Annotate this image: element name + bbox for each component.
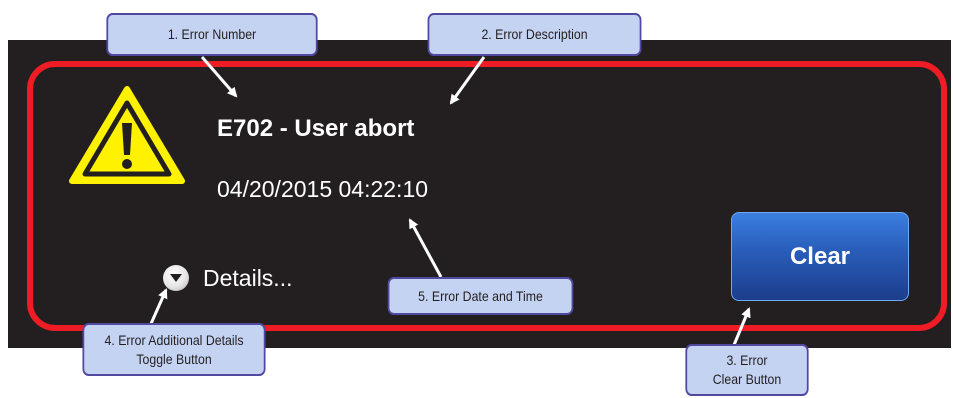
callout-error-description: 2. Error Description bbox=[427, 13, 642, 56]
callout-clear-button: 3. Error Clear Button bbox=[685, 344, 809, 396]
details-toggle-button[interactable]: Details... bbox=[163, 263, 292, 293]
callout-date-time: 5. Error Date and Time bbox=[387, 277, 574, 315]
warning-icon bbox=[69, 86, 185, 184]
chevron-down-icon[interactable] bbox=[163, 265, 189, 291]
error-title: E702 - User abort bbox=[217, 115, 415, 142]
error-datetime: 04/20/2015 04:22:10 bbox=[217, 176, 429, 202]
callout-error-number: 1. Error Number bbox=[106, 13, 318, 56]
details-label: Details... bbox=[203, 264, 293, 291]
clear-button[interactable]: Clear bbox=[731, 212, 909, 301]
callout-details-toggle: 4. Error Additional Details Toggle Butto… bbox=[82, 323, 266, 376]
